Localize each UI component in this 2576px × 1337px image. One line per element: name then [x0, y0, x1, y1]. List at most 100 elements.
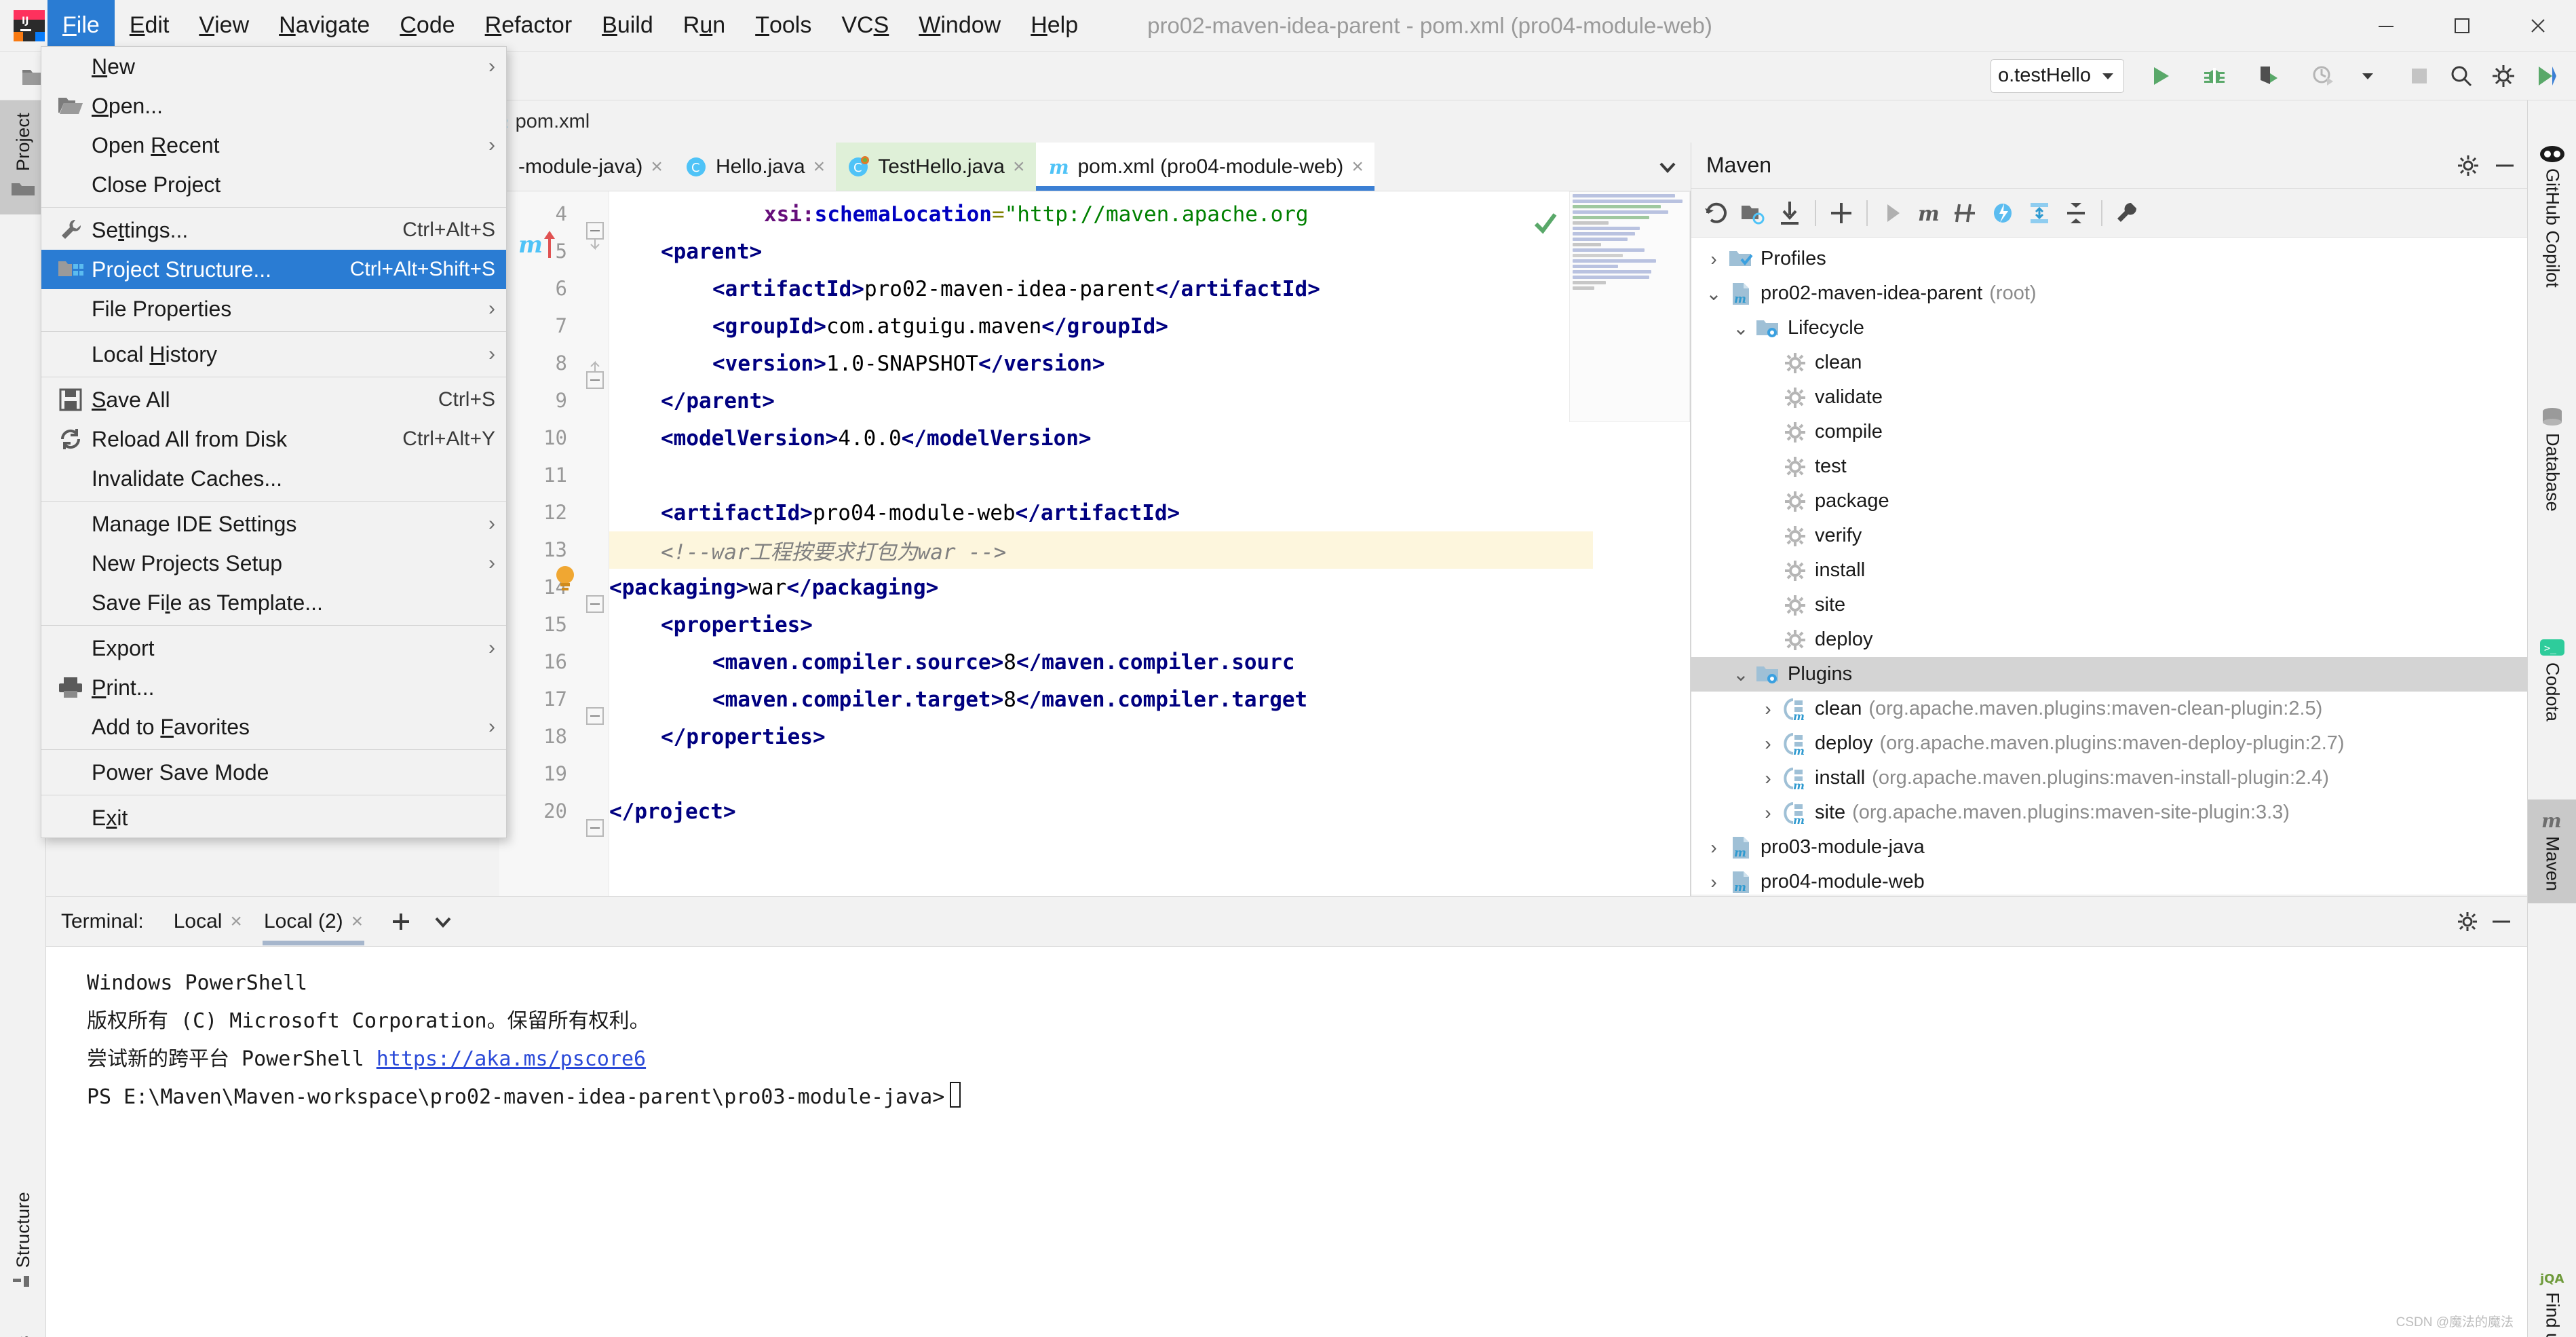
chevron-right-icon[interactable]: ›: [1701, 837, 1727, 859]
file-menu-item-save-file-as-template[interactable]: Save File as Template...: [41, 583, 506, 622]
terminal-tab[interactable]: Local ×: [163, 897, 253, 947]
file-menu-item-file-properties[interactable]: File Properties ›: [41, 289, 506, 328]
collapse-all-icon[interactable]: [2059, 196, 2093, 230]
sidebar-tab-database[interactable]: Database: [2528, 406, 2576, 512]
minimize-icon[interactable]: [2488, 908, 2515, 935]
maven-tree-node[interactable]: › m pro03-module-java: [1691, 830, 2527, 865]
file-menu-item-manage-ide-settings[interactable]: Manage IDE Settings ›: [41, 504, 506, 544]
maven-tree-node[interactable]: verify: [1691, 519, 2527, 553]
code-minimap[interactable]: [1569, 191, 1690, 422]
file-menu-item-invalidate-caches[interactable]: Invalidate Caches...: [41, 459, 506, 498]
sidebar-tab-maven[interactable]: m Maven: [2528, 799, 2576, 904]
maven-tree-node[interactable]: ⌄ m pro02-maven-idea-parent (root): [1691, 276, 2527, 311]
file-menu-item-power-save-mode[interactable]: Power Save Mode: [41, 753, 506, 792]
toggle-offline-icon[interactable]: [1986, 196, 2020, 230]
toggle-skip-tests-icon[interactable]: [1949, 196, 1983, 230]
sidebar-tab-favorites[interactable]: Favorites: [0, 1329, 46, 1337]
editor-tabs-overflow-chevron-down-icon[interactable]: [1645, 143, 1691, 191]
menu-help[interactable]: Help: [1016, 0, 1093, 52]
file-menu-item-local-history[interactable]: Local History ›: [41, 335, 506, 374]
maven-tree-node[interactable]: clean: [1691, 345, 2527, 380]
chevron-right-icon[interactable]: ›: [1755, 733, 1781, 755]
maven-tree-node[interactable]: install: [1691, 553, 2527, 588]
chevron-down-icon[interactable]: ⌄: [1728, 317, 1754, 339]
stop-icon[interactable]: [2398, 55, 2440, 97]
close-icon[interactable]: ×: [351, 910, 364, 933]
menu-edit[interactable]: Edit: [115, 0, 185, 52]
generate-sources-icon[interactable]: [1736, 196, 1770, 230]
chevron-down-icon[interactable]: ⌄: [1701, 282, 1727, 305]
search-icon[interactable]: [2440, 55, 2482, 97]
plugin-icon[interactable]: [2524, 55, 2567, 97]
profiler-dropdown-icon[interactable]: [2347, 55, 2389, 97]
file-menu-item-new-projects-setup[interactable]: New Projects Setup ›: [41, 544, 506, 583]
file-menu-item-settings[interactable]: Settings... Ctrl+Alt+S: [41, 210, 506, 250]
gear-icon[interactable]: [2482, 55, 2524, 97]
file-menu-item-project-structure[interactable]: Project Structure... Ctrl+Alt+Shift+S: [41, 250, 506, 289]
close-icon[interactable]: ×: [651, 155, 663, 178]
maven-m-icon[interactable]: m: [1912, 196, 1946, 230]
maven-tree-node[interactable]: › Profiles: [1691, 242, 2527, 276]
close-icon[interactable]: ×: [813, 155, 826, 178]
chevron-right-icon[interactable]: ›: [1701, 871, 1727, 893]
reload-all-projects-icon[interactable]: [1699, 196, 1733, 230]
sidebar-tab-copilot[interactable]: GitHub Copilot: [2528, 141, 2576, 288]
maven-tree-node[interactable]: › m site (org.apache.maven.plugins:maven-si…: [1691, 795, 2527, 830]
menu-navigate[interactable]: Navigate: [264, 0, 385, 52]
maven-reimport-marker-icon[interactable]: m: [514, 224, 589, 263]
sidebar-tab-structure[interactable]: Structure: [0, 1185, 46, 1299]
execute-goal-icon[interactable]: [1876, 196, 1910, 230]
menu-view[interactable]: View: [184, 0, 264, 52]
terminal-output[interactable]: Windows PowerShell 版权所有 (C) Microsoft Cor…: [46, 947, 2527, 1116]
terminal-tab[interactable]: Local (2) ×: [253, 897, 374, 947]
maven-project-tree[interactable]: › Profiles ⌄ m pro02-maven-idea-parent (root)…: [1691, 238, 2527, 895]
chevron-right-icon[interactable]: ›: [1755, 802, 1781, 824]
run-with-coverage-icon[interactable]: [2248, 55, 2290, 97]
file-menu-item-open[interactable]: Open...: [41, 86, 506, 126]
plus-icon[interactable]: [387, 908, 415, 935]
sidebar-tab-jqa[interactable]: jQA Find using jQA: [2528, 1268, 2576, 1337]
editor-tab[interactable]: C Hello.java ×: [674, 143, 836, 191]
maven-tree-node[interactable]: › m pro04-module-web: [1691, 865, 2527, 895]
file-menu-item-exit[interactable]: Exit: [41, 798, 506, 837]
close-icon[interactable]: ×: [230, 910, 242, 933]
maven-tree-node[interactable]: validate: [1691, 380, 2527, 415]
gear-icon[interactable]: [2455, 153, 2481, 178]
sidebar-tab-codota[interactable]: >_ Codota: [2528, 637, 2576, 721]
maven-settings-icon[interactable]: [2111, 196, 2145, 230]
menu-build[interactable]: Build: [587, 0, 668, 52]
menu-run[interactable]: Run: [668, 0, 740, 52]
maven-tree-node[interactable]: package: [1691, 484, 2527, 519]
code-editor[interactable]: xsi: schemaLocation = "http://maven.apache.…: [609, 191, 1593, 896]
close-icon[interactable]: ×: [1013, 155, 1025, 178]
maven-tree-node[interactable]: ⌄ Lifecycle: [1691, 311, 2527, 345]
editor-tab[interactable]: C TestHello.java ×: [836, 143, 1036, 191]
menu-code[interactable]: Code: [385, 0, 469, 52]
maximize-icon[interactable]: [2424, 0, 2500, 52]
maven-tree-node[interactable]: compile: [1691, 415, 2527, 449]
file-menu-popup[interactable]: New › Open... Open Recent › Close Project Sett…: [41, 46, 507, 838]
close-icon[interactable]: [2500, 0, 2576, 52]
run-icon[interactable]: [2139, 55, 2181, 97]
maven-tree-node[interactable]: › m clean (org.apache.maven.plugins:maven-c…: [1691, 692, 2527, 726]
menu-refactor[interactable]: Refactor: [470, 0, 588, 52]
chevron-right-icon[interactable]: ›: [1755, 768, 1781, 789]
fold-markers-icon[interactable]: [581, 191, 609, 896]
show-dependencies-icon[interactable]: [2022, 196, 2056, 230]
file-menu-item-export[interactable]: Export ›: [41, 628, 506, 668]
file-menu-item-print[interactable]: Print...: [41, 668, 506, 707]
intention-bulb-icon[interactable]: [552, 563, 579, 596]
editor-tab[interactable]: m pom.xml (pro04-module-web) ×: [1035, 143, 1375, 191]
minimize-icon[interactable]: [2348, 0, 2424, 52]
close-icon[interactable]: ×: [1351, 155, 1364, 178]
chevron-down-icon[interactable]: ⌄: [1728, 663, 1754, 685]
add-maven-project-icon[interactable]: [1824, 196, 1858, 230]
file-menu-item-close-project[interactable]: Close Project: [41, 165, 506, 204]
file-menu-item-new[interactable]: New ›: [41, 47, 506, 86]
download-sources-icon[interactable]: [1773, 196, 1807, 230]
minimize-icon[interactable]: [2492, 153, 2518, 178]
debug-icon[interactable]: [2193, 55, 2235, 97]
maven-tree-node[interactable]: › m deploy (org.apache.maven.plugins:maven-…: [1691, 726, 2527, 761]
maven-tree-node[interactable]: ⌄ Plugins: [1691, 657, 2527, 692]
menu-tools[interactable]: Tools: [740, 0, 826, 52]
